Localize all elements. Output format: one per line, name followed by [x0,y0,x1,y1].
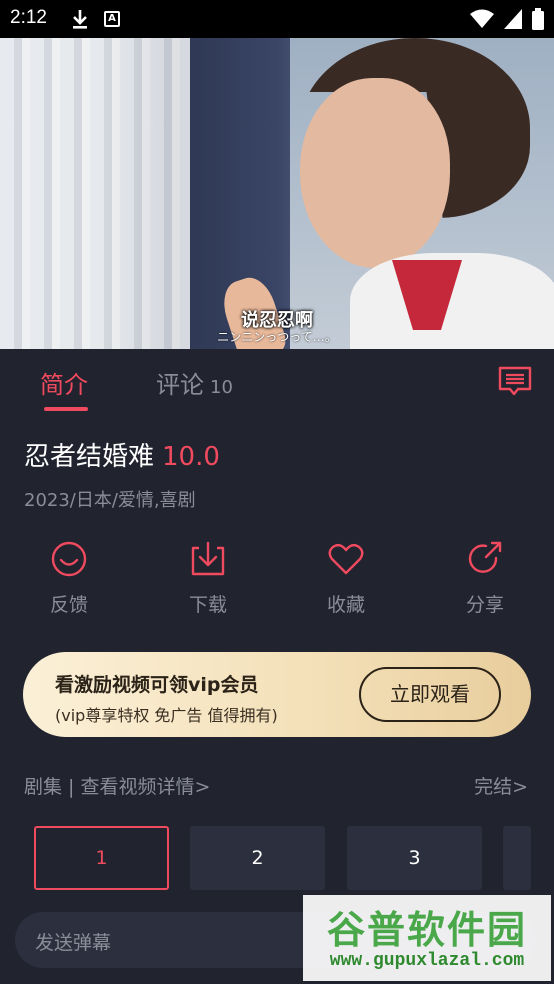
smile-icon [51,541,87,577]
subtitle-japanese: ニンニンっつって…。 [217,330,337,344]
watermark-url: www.gupuxlazal.com [329,951,525,971]
video-player[interactable]: 说忍忍啊 ニンニンっつって…。 [0,38,554,349]
tab-bar: 简介 评论 10 [0,349,554,421]
watermark-name: 谷普软件园 [326,908,527,952]
show-title-row: 忍者结婚难 10.0 [24,436,220,473]
feedback-label: 反馈 [49,594,88,616]
status-bar: 2:12 A [0,0,554,38]
episode-button[interactable]: 1 [34,826,169,890]
episodes-detail-link[interactable]: 剧集 | 查看视频详情> [24,772,210,799]
favorite-button[interactable]: 收藏 [306,540,386,617]
vip-title: 看激励视频可领vip会员 [55,674,259,696]
comment-count: 10 [210,377,233,398]
episode-button[interactable]: 3 [347,826,482,890]
tab-comments-label: 评论 [156,371,204,399]
share-icon [468,541,502,573]
video-frame-curtain [0,38,190,349]
wifi-icon [470,9,494,28]
heart-icon [328,543,364,575]
status-time: 2:12 [10,7,47,28]
show-meta: 2023/日本/爱情,喜剧 [24,490,196,511]
share-label: 分享 [465,594,504,616]
vip-banner[interactable]: 看激励视频可领vip会员 (vip尊享特权 免广告 值得拥有) 立即观看 [23,652,531,737]
tab-comments[interactable]: 评论 10 [156,365,233,400]
episodes-status-link[interactable]: 完结> [474,772,528,799]
episode-button[interactable]: 2 [190,826,325,890]
download-label: 下载 [188,594,227,616]
battery-icon [532,8,544,30]
download-button[interactable]: 下载 [168,540,248,617]
favorite-label: 收藏 [326,594,365,616]
vip-subtitle: (vip尊享特权 免广告 值得拥有) [55,706,278,725]
video-frame-face [300,78,450,268]
danmu-placeholder: 发送弹幕 [35,932,112,954]
tab-active-indicator [44,407,88,411]
show-score: 10.0 [162,442,220,472]
message-icon[interactable] [498,365,532,397]
action-row: 反馈 下载 收藏 分享 [0,540,554,622]
tab-intro-label: 简介 [40,371,88,399]
watch-now-button[interactable]: 立即观看 [359,667,501,722]
episode-button-partial[interactable] [503,826,531,890]
watermark-logo: 谷普软件园 www.gupuxlazal.com [303,895,551,981]
show-title: 忍者结婚难 [24,442,155,472]
download-icon [191,541,225,576]
tab-intro[interactable]: 简介 [40,365,88,400]
share-button[interactable]: 分享 [445,540,525,617]
a-notification-icon: A [104,11,120,27]
download-notification-icon [73,10,87,29]
feedback-button[interactable]: 反馈 [29,540,109,617]
signal-icon [504,9,522,29]
